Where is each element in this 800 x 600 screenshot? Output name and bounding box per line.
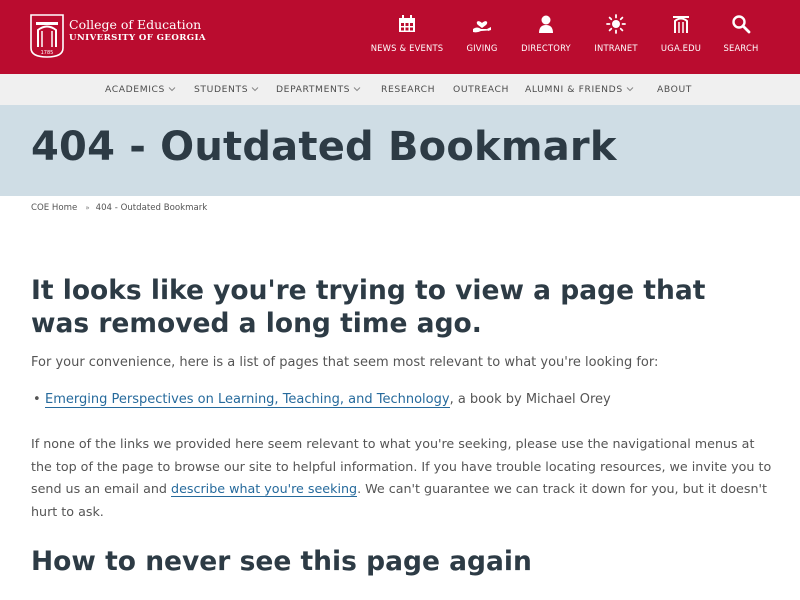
- sun-icon: [606, 14, 626, 34]
- nav-about[interactable]: ABOUT: [657, 74, 692, 105]
- chevron-down-icon: [353, 87, 361, 92]
- relevant-pages-list: • Emerging Perspectives on Learning, Teac…: [31, 392, 611, 408]
- describe-link[interactable]: describe what you're seeking: [171, 481, 358, 497]
- calendar-icon: [399, 15, 415, 32]
- bullet-icon: •: [33, 392, 41, 407]
- help-paragraph: If none of the links we provided here se…: [31, 436, 772, 519]
- util-intranet[interactable]: INTRANET: [590, 14, 642, 62]
- main-nav: ACADEMICS STUDENTS DEPARTMENTS RESEARCH …: [0, 74, 800, 105]
- search-icon: [732, 15, 751, 34]
- util-uga-edu[interactable]: UGA.EDU: [656, 14, 706, 62]
- breadcrumb: COE Home » 404 - Outdated Bookmark: [31, 203, 207, 213]
- intro-text: For your convenience, here is a list of …: [31, 355, 659, 370]
- arch-icon: [673, 16, 689, 33]
- util-label: DIRECTORY: [521, 43, 571, 53]
- secondary-heading: How to never see this page again: [31, 546, 532, 577]
- util-directory[interactable]: DIRECTORY: [516, 14, 576, 62]
- chevron-down-icon: [251, 87, 259, 92]
- nav-outreach[interactable]: OUTREACH: [453, 74, 509, 105]
- nav-academics[interactable]: ACADEMICS: [105, 74, 176, 105]
- main-heading: It looks like you're trying to view a pa…: [31, 275, 706, 339]
- giving-hand-icon: [473, 21, 491, 33]
- brand-university: UNIVERSITY OF GEORGIA: [69, 33, 206, 43]
- util-label: NEWS & EVENTS: [370, 43, 444, 53]
- nav-research[interactable]: RESEARCH: [381, 74, 435, 105]
- util-label: UGA.EDU: [660, 43, 702, 53]
- person-icon: [539, 15, 553, 33]
- breadcrumb-current: 404 - Outdated Bookmark: [95, 203, 208, 213]
- list-item: • Emerging Perspectives on Learning, Teac…: [31, 392, 611, 408]
- breadcrumb-home[interactable]: COE Home: [31, 203, 77, 213]
- breadcrumb-separator: »: [85, 204, 90, 212]
- util-label: SEARCH: [723, 43, 759, 53]
- nav-alumni-friends[interactable]: ALUMNI & FRIENDS: [525, 74, 634, 105]
- util-label: GIVING: [466, 43, 498, 53]
- page-title: 404 - Outdated Bookmark: [31, 124, 617, 170]
- chevron-down-icon: [168, 87, 176, 92]
- nav-students[interactable]: STUDENTS: [194, 74, 259, 105]
- brand-college: College of Education: [69, 17, 202, 32]
- brand-name[interactable]: College of Education UNIVERSITY OF GEORG…: [69, 18, 206, 44]
- util-search[interactable]: SEARCH: [719, 14, 763, 62]
- result-suffix: , a book by Michael Orey: [449, 392, 611, 407]
- svg-text:1785: 1785: [41, 50, 54, 56]
- result-link[interactable]: Emerging Perspectives on Learning, Teach…: [45, 392, 450, 408]
- chevron-down-icon: [626, 87, 634, 92]
- nav-departments[interactable]: DEPARTMENTS: [276, 74, 361, 105]
- uga-arch-logo[interactable]: 1785: [30, 14, 64, 58]
- util-label: INTRANET: [594, 43, 638, 53]
- site-header: 1785 College of Education UNIVERSITY OF …: [0, 0, 800, 74]
- util-giving[interactable]: GIVING: [462, 14, 502, 62]
- util-news-events[interactable]: NEWS & EVENTS: [366, 14, 448, 62]
